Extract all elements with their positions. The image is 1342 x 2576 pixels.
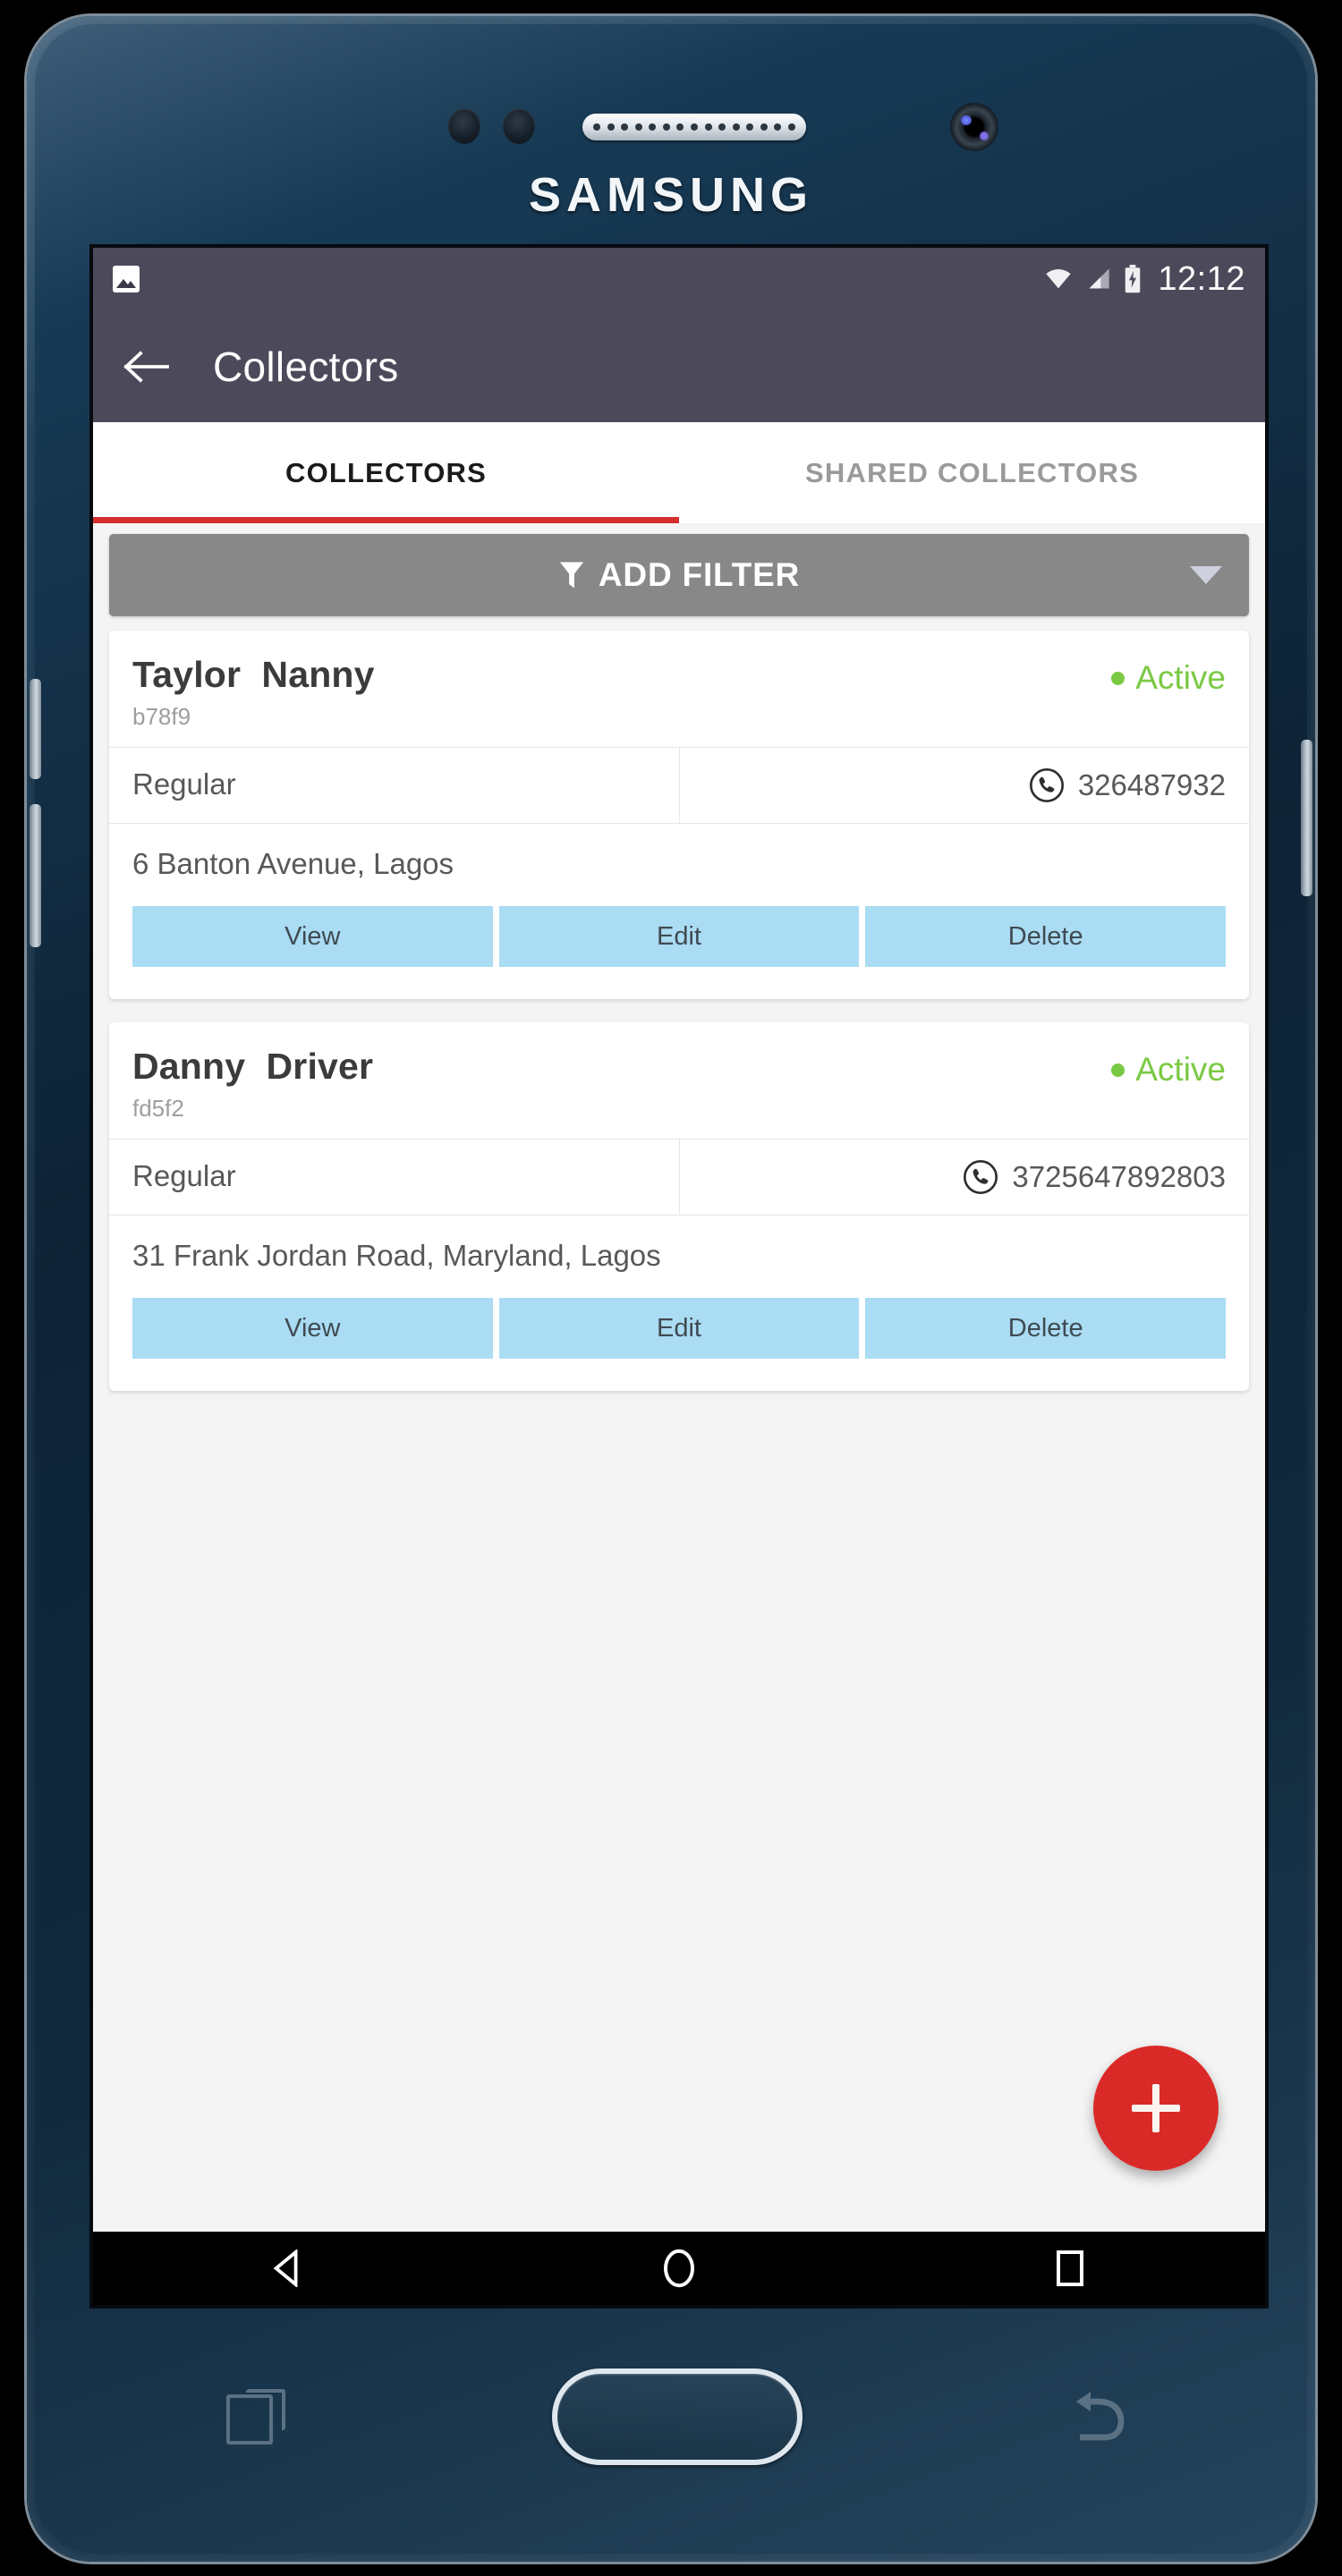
status-badge: Active (1111, 654, 1226, 697)
funnel-icon (559, 562, 583, 589)
delete-button[interactable]: Delete (865, 906, 1227, 967)
collector-name: Taylor Nanny (132, 654, 375, 695)
card-actions: View Edit Delete (109, 1273, 1249, 1391)
triangle-back-icon[interactable] (234, 2232, 342, 2305)
phone-icon (964, 1159, 998, 1195)
list-item[interactable]: Danny Driver fd5f2 Active Regular 372564… (109, 1022, 1249, 1391)
image-icon (113, 266, 140, 292)
card-header: Danny Driver fd5f2 Active (109, 1022, 1249, 1139)
collector-name: Danny Driver (132, 1046, 374, 1087)
collector-phone[interactable]: 326487932 (680, 748, 1250, 823)
collector-type: Regular (109, 748, 680, 823)
tab-active-indicator (93, 517, 679, 523)
circle-home-icon[interactable] (625, 2232, 733, 2305)
collectors-list: Taylor Nanny b78f9 Active Regular 326487… (93, 616, 1265, 1391)
chevron-down-icon[interactable] (1190, 566, 1222, 584)
collector-address: 31 Frank Jordan Road, Maryland, Lagos (132, 1239, 661, 1272)
status-bar: 12:12 (93, 248, 1265, 310)
collector-phone[interactable]: 3725647892803 (680, 1140, 1250, 1215)
light-sensor-icon (503, 108, 535, 144)
edit-button[interactable]: Edit (498, 1298, 860, 1359)
phone-device: SAMSUNG 12:12 Collectors COLLECTORS SHAR… (27, 16, 1315, 2562)
list-item[interactable]: Taylor Nanny b78f9 Active Regular 326487… (109, 631, 1249, 999)
app-bar: Collectors (93, 310, 1265, 422)
tab-bar: COLLECTORS SHARED COLLECTORS (93, 422, 1265, 523)
add-filter-button[interactable]: ADD FILTER (109, 534, 1249, 616)
card-actions: View Edit Delete (109, 881, 1249, 999)
hardware-navigation (93, 2336, 1265, 2497)
status-bar-right: 12:12 (1043, 260, 1245, 299)
arrow-left-icon[interactable] (118, 338, 175, 395)
samsung-brand-logo: SAMSUNG (528, 168, 813, 222)
status-label: Active (1135, 1051, 1226, 1088)
collector-code: b78f9 (132, 703, 191, 730)
status-badge: Active (1111, 1046, 1226, 1089)
card-identity: Taylor Nanny b78f9 (132, 654, 375, 731)
tab-shared-collectors[interactable]: SHARED COLLECTORS (679, 422, 1265, 523)
cellular-signal-icon (1089, 268, 1110, 289)
filter-bar-container: ADD FILTER (93, 523, 1265, 616)
status-bar-clock: 12:12 (1158, 259, 1245, 298)
wifi-icon (1046, 269, 1072, 289)
collector-phone-number: 3725647892803 (1012, 1160, 1226, 1193)
android-navigation-bar (93, 2232, 1265, 2305)
collector-address: 6 Banton Avenue, Lagos (132, 847, 454, 880)
power-button[interactable] (1301, 740, 1312, 896)
proximity-sensor-icon (448, 108, 480, 144)
hardware-back-button[interactable] (1069, 2389, 1132, 2445)
phone-icon (1029, 767, 1064, 803)
add-filter-text: ADD FILTER (598, 556, 801, 593)
add-filter-label-group: ADD FILTER (558, 556, 800, 594)
view-button[interactable]: View (132, 1298, 493, 1359)
delete-button[interactable]: Delete (865, 1298, 1227, 1359)
edit-button[interactable]: Edit (498, 906, 860, 967)
battery-charging-icon (1125, 265, 1141, 293)
volume-up-button[interactable] (30, 679, 41, 779)
tab-collectors[interactable]: COLLECTORS (93, 422, 679, 523)
collector-type: Regular (109, 1140, 680, 1215)
card-details-row: Regular 3725647892803 (109, 1139, 1249, 1216)
hardware-recents-button[interactable] (226, 2389, 285, 2445)
status-dot-icon (1111, 671, 1125, 685)
front-camera-icon (950, 103, 998, 151)
collector-code: fd5f2 (132, 1095, 184, 1122)
card-header: Taylor Nanny b78f9 Active (109, 631, 1249, 747)
view-button[interactable]: View (132, 906, 493, 967)
phone-body: SAMSUNG 12:12 Collectors COLLECTORS SHAR… (30, 24, 1312, 2554)
hardware-home-button[interactable] (552, 2368, 803, 2465)
status-dot-icon (1111, 1063, 1125, 1077)
add-collector-fab[interactable] (1093, 2046, 1219, 2171)
status-label: Active (1135, 659, 1226, 696)
phone-screen: 12:12 Collectors COLLECTORS SHARED COLLE… (93, 248, 1265, 2305)
card-identity: Danny Driver fd5f2 (132, 1046, 373, 1123)
status-bar-left (113, 266, 1043, 292)
earpiece-speaker (582, 114, 806, 140)
card-details-row: Regular 326487932 (109, 747, 1249, 824)
volume-down-button[interactable] (30, 804, 41, 947)
square-recents-icon[interactable] (1016, 2232, 1124, 2305)
collector-phone-number: 326487932 (1077, 768, 1226, 801)
page-title: Collectors (213, 343, 399, 390)
